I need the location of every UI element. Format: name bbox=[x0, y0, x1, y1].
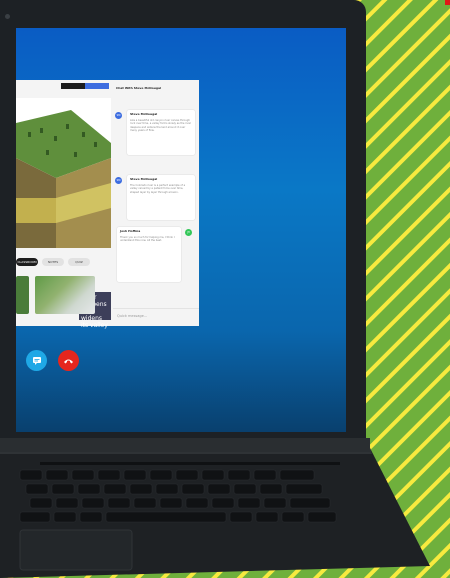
lesson-tabs: CLASSROOM NOTES QUIZ bbox=[16, 258, 90, 266]
tab-quiz[interactable]: QUIZ bbox=[68, 258, 90, 266]
phone-hangup-icon bbox=[64, 359, 73, 363]
message-author: Josh Hoffma bbox=[120, 229, 141, 233]
avatar: JH bbox=[185, 229, 192, 236]
lesson-thumbnail[interactable] bbox=[35, 276, 95, 314]
view-toggle-left[interactable] bbox=[61, 83, 85, 89]
chat-bubble-icon bbox=[32, 356, 41, 365]
composer-placeholder: Quick message... bbox=[117, 314, 148, 318]
chat-title: Chat With Steve McDougal bbox=[116, 86, 162, 90]
chat-message: Josh Hoffma Thank you so much for helpin… bbox=[117, 227, 181, 282]
webcam bbox=[5, 14, 10, 19]
message-text: The Colorado river is a perfect example … bbox=[130, 184, 186, 194]
tab-notes[interactable]: NOTES bbox=[42, 258, 64, 266]
chat-button[interactable] bbox=[26, 350, 47, 371]
message-author: Steve McDougal bbox=[130, 112, 158, 116]
message-author: Steve McDougal bbox=[130, 177, 158, 181]
caption-line: its valley bbox=[81, 322, 108, 329]
view-toggle-right[interactable] bbox=[85, 83, 109, 89]
lesson-thumbnail[interactable] bbox=[16, 276, 29, 314]
tab-classroom[interactable]: CLASSROOM bbox=[16, 258, 38, 266]
tutoring-app-window: Chat With Steve McDougal River deepens a… bbox=[16, 80, 199, 329]
message-composer[interactable]: Quick message... bbox=[113, 308, 199, 325]
laptop-hinge bbox=[0, 438, 370, 452]
avatar: SM bbox=[115, 112, 122, 119]
view-toggle bbox=[61, 83, 109, 93]
laptop-keyboard-deck bbox=[0, 448, 430, 578]
message-text: Thank you so much for helping me, I thin… bbox=[120, 236, 175, 243]
avatar: SM bbox=[115, 177, 122, 184]
corner-accent bbox=[445, 0, 450, 5]
chat-message: Steve McDougal The Colorado river is a p… bbox=[127, 175, 195, 220]
chat-messages: SM Steve McDougal Like a beautiful old c… bbox=[113, 100, 199, 305]
hangup-button[interactable] bbox=[58, 350, 79, 371]
chat-message: Steve McDougal Like a beautiful old cany… bbox=[127, 110, 195, 155]
lesson-illustration bbox=[16, 98, 111, 248]
message-text: Like a beautiful old canyon river carves… bbox=[130, 119, 192, 133]
